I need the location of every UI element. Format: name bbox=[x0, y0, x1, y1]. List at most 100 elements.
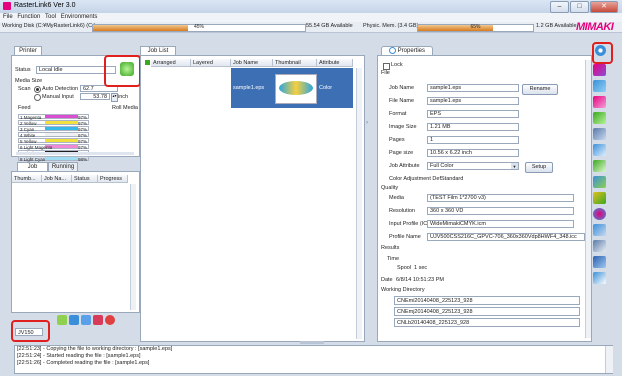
prop-image-size: Image Size 1.21 MB bbox=[379, 123, 587, 132]
joblist-col-attribute[interactable]: Attribute bbox=[317, 59, 353, 67]
spooling-icon[interactable] bbox=[593, 240, 606, 252]
prop-value: 1 bbox=[427, 136, 519, 144]
job-stop-icon[interactable] bbox=[93, 315, 103, 325]
joblist-col-thumbnail[interactable]: Thumbnail bbox=[273, 59, 317, 67]
prop-value: Standard bbox=[441, 176, 464, 182]
queue-scrollbar[interactable] bbox=[130, 184, 136, 310]
joblist-scrollbar[interactable] bbox=[356, 68, 362, 339]
resource-status-bar: Working Disk (C:¥MyRasterLink6) (C:) 45%… bbox=[0, 22, 622, 33]
prop-value: UJV500CSS216C_GPVC-706_360x360Vdp8HWF4_3… bbox=[427, 233, 585, 241]
prop-input-profile: Input Profile (ICC) WideMimakiCMYK.icm bbox=[379, 220, 587, 229]
printer-panel-splitter[interactable] bbox=[16, 152, 134, 155]
prop-file-name: File Name sample1.eps bbox=[379, 97, 587, 106]
print-check-icon[interactable] bbox=[593, 192, 606, 204]
queue-col-progress[interactable]: Progress bbox=[98, 175, 128, 183]
properties-toolbar-icon[interactable] bbox=[595, 45, 606, 56]
bottom-toolbar bbox=[57, 315, 137, 327]
job-attribute-select[interactable]: Full Color ▼ bbox=[427, 162, 519, 170]
menu-file[interactable]: File bbox=[3, 13, 13, 22]
prop-pages: Pages 1 bbox=[379, 136, 587, 145]
job-pause-icon[interactable] bbox=[81, 315, 91, 325]
device-tab-jv150[interactable]: JV150 bbox=[15, 328, 43, 336]
rename-button[interactable]: Rename bbox=[522, 84, 558, 95]
print-information-icon[interactable] bbox=[593, 256, 606, 268]
log-line: [22:51:26] - Completed reading the file … bbox=[17, 360, 150, 366]
joblist-col-arranged[interactable]: Arranged bbox=[151, 59, 191, 67]
color-replace-icon[interactable] bbox=[593, 96, 606, 108]
working-directory-label: Working Directory bbox=[381, 287, 425, 293]
queue-col-job-name[interactable]: Job Na... bbox=[42, 175, 72, 183]
prop-key: Image Size bbox=[389, 124, 417, 130]
properties-scrollbar[interactable] bbox=[585, 60, 591, 338]
execution-icon[interactable] bbox=[593, 160, 606, 172]
log-splitter[interactable] bbox=[300, 341, 324, 344]
thumbnail-artwork-icon bbox=[279, 81, 313, 95]
job-history-icon[interactable] bbox=[593, 224, 606, 236]
cut-icon[interactable] bbox=[593, 128, 606, 140]
auto-detection-radio[interactable] bbox=[34, 86, 41, 93]
file-section-label: File bbox=[381, 70, 390, 76]
panel-divider-arrow-icon[interactable]: › bbox=[366, 120, 368, 126]
queue-col-thumbnail[interactable]: Thumb... bbox=[12, 175, 42, 183]
job-thumbnail bbox=[275, 74, 317, 104]
disk-usage-pct: 45% bbox=[193, 24, 204, 30]
menu-function[interactable]: Function bbox=[17, 13, 40, 22]
tab-properties-label: Properties bbox=[397, 48, 426, 55]
ink-level-bar bbox=[45, 133, 78, 136]
refresh-highlight bbox=[104, 55, 141, 87]
log-scrollbar[interactable] bbox=[605, 346, 613, 373]
ink-level-row: 8 Light Cyan 98% bbox=[18, 156, 89, 162]
spool-value: 1 sec bbox=[414, 265, 428, 271]
menu-tool[interactable]: Tool bbox=[45, 13, 56, 22]
date-value: 6/8/14 10:51:23 PM bbox=[396, 277, 445, 283]
color-collection-icon[interactable] bbox=[593, 208, 606, 220]
working-directory-3: CNLb20140408_225123_928 bbox=[394, 318, 580, 327]
quality-icon[interactable] bbox=[593, 112, 606, 124]
prop-value: 1.21 MB bbox=[427, 123, 519, 131]
maximize-icon[interactable]: □ bbox=[570, 1, 589, 13]
ink-level-row: 5 Yellow 97% bbox=[18, 138, 89, 144]
setup-button[interactable]: Setup bbox=[525, 162, 553, 173]
media-size-label: Media Size bbox=[15, 78, 43, 84]
results-section-label: Results bbox=[381, 245, 400, 251]
job-info-icon[interactable] bbox=[69, 315, 79, 325]
lock-checkbox[interactable] bbox=[383, 63, 390, 70]
log-line: [22:51:23] - Copying the file to working… bbox=[17, 346, 173, 352]
job-add-icon[interactable] bbox=[57, 315, 67, 325]
print-condition-icon[interactable] bbox=[593, 144, 606, 156]
prop-key: Color Adjustment Def. bbox=[389, 176, 443, 182]
lock-label: Lock bbox=[391, 62, 403, 68]
device-tab-label: JV150 bbox=[18, 330, 34, 336]
window-title: RasterLink6 Ver 3.0 bbox=[14, 2, 76, 9]
joblist-col-job-name[interactable]: Job Name bbox=[231, 59, 273, 67]
chevron-down-icon[interactable]: ▼ bbox=[511, 163, 518, 169]
prop-key: File Name bbox=[389, 98, 415, 104]
layout-icon[interactable] bbox=[593, 64, 606, 76]
properties-icon bbox=[388, 47, 396, 54]
ink-level-bar bbox=[45, 139, 78, 142]
memory-available: 1.2 GB Available bbox=[536, 23, 577, 29]
manual-value-field[interactable]: 53.78 bbox=[80, 93, 110, 100]
ink-level-row: 4 White 97% bbox=[18, 132, 89, 138]
title-bar: RasterLink6 Ver 3.0 – □ ✕ bbox=[0, 0, 622, 13]
simple-execution-icon[interactable] bbox=[593, 176, 606, 188]
prop-job-attribute: Job Attribute Full Color ▼ bbox=[379, 162, 587, 171]
window-controls: – □ ✕ bbox=[550, 1, 618, 13]
minimize-icon[interactable]: – bbox=[550, 1, 569, 13]
manual-input-radio[interactable] bbox=[34, 94, 41, 101]
menu-environments[interactable]: Environments bbox=[61, 13, 98, 22]
prop-key: Job Attribute bbox=[389, 163, 420, 169]
prop-value: EPS bbox=[427, 110, 519, 118]
output-icon[interactable] bbox=[593, 272, 606, 284]
disk-label: Working Disk (C:¥MyRasterLink6) (C:) bbox=[2, 23, 96, 29]
manual-input-label: Manual Input bbox=[42, 94, 74, 100]
queue-col-status[interactable]: Status bbox=[72, 175, 98, 183]
menu-bar: File Function Tool Environments bbox=[0, 13, 622, 22]
manual-value-spinner-icon[interactable]: ▴▾ bbox=[111, 93, 118, 102]
table-row[interactable]: sample1.eps Color bbox=[231, 68, 353, 108]
editing-icon[interactable] bbox=[593, 80, 606, 92]
job-delete-icon[interactable] bbox=[105, 315, 115, 325]
close-icon[interactable]: ✕ bbox=[590, 1, 618, 13]
prop-key: Pages bbox=[389, 137, 405, 143]
joblist-col-layered[interactable]: Layered bbox=[191, 59, 231, 67]
